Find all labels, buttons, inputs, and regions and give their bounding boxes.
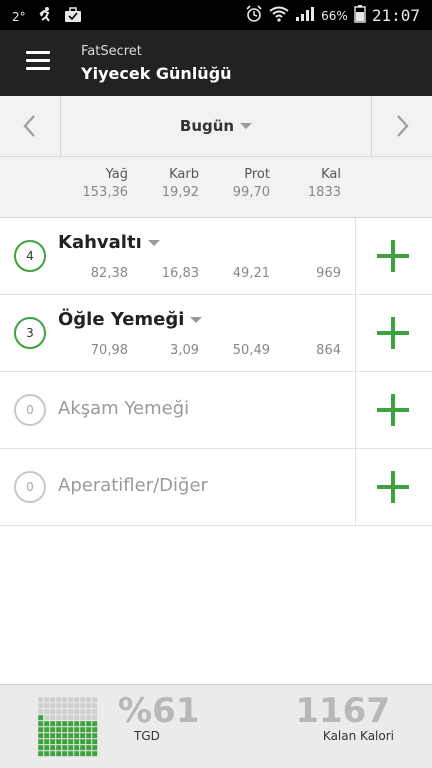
meal-item-count: 0 xyxy=(14,394,46,426)
add-food-button[interactable] xyxy=(355,295,432,371)
meal-kal: 969 xyxy=(316,266,341,281)
meal-item-count: 4 xyxy=(14,240,46,272)
previous-day-button[interactable] xyxy=(0,96,61,156)
meal-name-label: Öğle Yemeği xyxy=(58,309,185,330)
fat-total: 153,36 xyxy=(82,185,129,200)
meal-row-breakfast[interactable]: 4 Kahvaltı 82,38 16,83 49,21 969 xyxy=(0,218,432,295)
meal-item-count: 0 xyxy=(14,471,46,503)
add-food-button[interactable] xyxy=(355,449,432,525)
temperature: 2° xyxy=(12,9,26,24)
prot-total: 99,70 xyxy=(232,185,270,200)
status-right: 66% 21:07 xyxy=(245,5,420,26)
meal-fat: 70,98 xyxy=(90,343,128,358)
clock: 21:07 xyxy=(371,6,420,25)
next-day-button[interactable] xyxy=(371,96,432,156)
chevron-left-icon xyxy=(23,115,35,137)
meal-name[interactable]: Kahvaltı xyxy=(58,232,160,253)
signal-icon xyxy=(295,6,315,25)
meal-row-dinner[interactable]: 0 Akşam Yemeği xyxy=(0,372,432,449)
carb-total: 19,92 xyxy=(161,185,199,200)
rda-grid-icon xyxy=(38,697,98,757)
prot-header: Prot xyxy=(244,167,270,182)
battery-icon xyxy=(354,5,366,26)
meal-carb: 3,09 xyxy=(170,343,199,358)
alarm-icon xyxy=(245,5,263,26)
add-food-button[interactable] xyxy=(355,218,432,294)
total-carb: Karb 19,92 xyxy=(162,167,199,200)
meal-name[interactable]: Aperatifler/Diğer xyxy=(58,475,208,496)
meal-prot: 49,21 xyxy=(232,266,270,281)
kal-header: Kal xyxy=(321,167,341,182)
status-left: 2° xyxy=(12,6,82,27)
rda-percent: %61 xyxy=(118,691,200,731)
total-prot: Prot 99,70 xyxy=(233,167,270,200)
meal-row-snacks[interactable]: 0 Aperatifler/Diğer xyxy=(0,449,432,526)
meal-name-label: Kahvaltı xyxy=(58,232,142,253)
menu-icon[interactable] xyxy=(26,51,50,71)
briefcase-icon xyxy=(64,7,82,26)
status-bar: 2° 66% 21:07 xyxy=(0,0,432,30)
rda-label: TGD xyxy=(134,729,160,743)
add-food-button[interactable] xyxy=(355,372,432,448)
app-bar: FatSecret Yiyecek Günlüğü xyxy=(0,30,432,96)
meal-row-lunch[interactable]: 3 Öğle Yemeği 70,98 3,09 50,49 864 xyxy=(0,295,432,372)
remaining-calories-label: Kalan Kalori xyxy=(322,729,394,743)
meal-kal: 864 xyxy=(316,343,341,358)
date-label: Bugün xyxy=(179,117,235,135)
meal-name-label: Akşam Yemeği xyxy=(58,398,190,419)
total-kal: Kal 1833 xyxy=(308,167,341,200)
meal-carb: 16,83 xyxy=(161,266,199,281)
wifi-icon xyxy=(269,6,289,25)
meal-fat: 82,38 xyxy=(90,266,128,281)
summary-panel[interactable]: %61 TGD 1167 Kalan Kalori xyxy=(0,684,432,768)
meal-item-count: 3 xyxy=(14,317,46,349)
meal-name-label: Aperatifler/Diğer xyxy=(58,475,208,496)
page-title: Yiyecek Günlüğü xyxy=(81,64,232,83)
meal-prot: 50,49 xyxy=(232,343,270,358)
battery-percent: 66% xyxy=(321,8,348,23)
dropdown-caret-icon xyxy=(240,123,253,129)
remaining-calories: 1167 xyxy=(295,691,390,731)
fat-header: Yağ xyxy=(105,167,128,182)
app-name: FatSecret xyxy=(81,44,142,59)
carb-header: Karb xyxy=(169,167,199,182)
dropdown-caret-icon xyxy=(147,239,160,246)
chevron-right-icon xyxy=(397,115,409,137)
runner-icon xyxy=(36,6,54,27)
date-navigation: Bugün xyxy=(0,96,432,157)
dropdown-caret-icon xyxy=(190,316,203,323)
date-selector[interactable]: Bugün xyxy=(61,96,371,156)
kal-total: 1833 xyxy=(307,185,341,200)
meal-name[interactable]: Öğle Yemeği xyxy=(58,309,203,330)
total-fat: Yağ 153,36 xyxy=(83,167,129,200)
meal-name[interactable]: Akşam Yemeği xyxy=(58,398,189,419)
daily-totals: Yağ 153,36 Karb 19,92 Prot 99,70 Kal 183… xyxy=(0,157,432,218)
